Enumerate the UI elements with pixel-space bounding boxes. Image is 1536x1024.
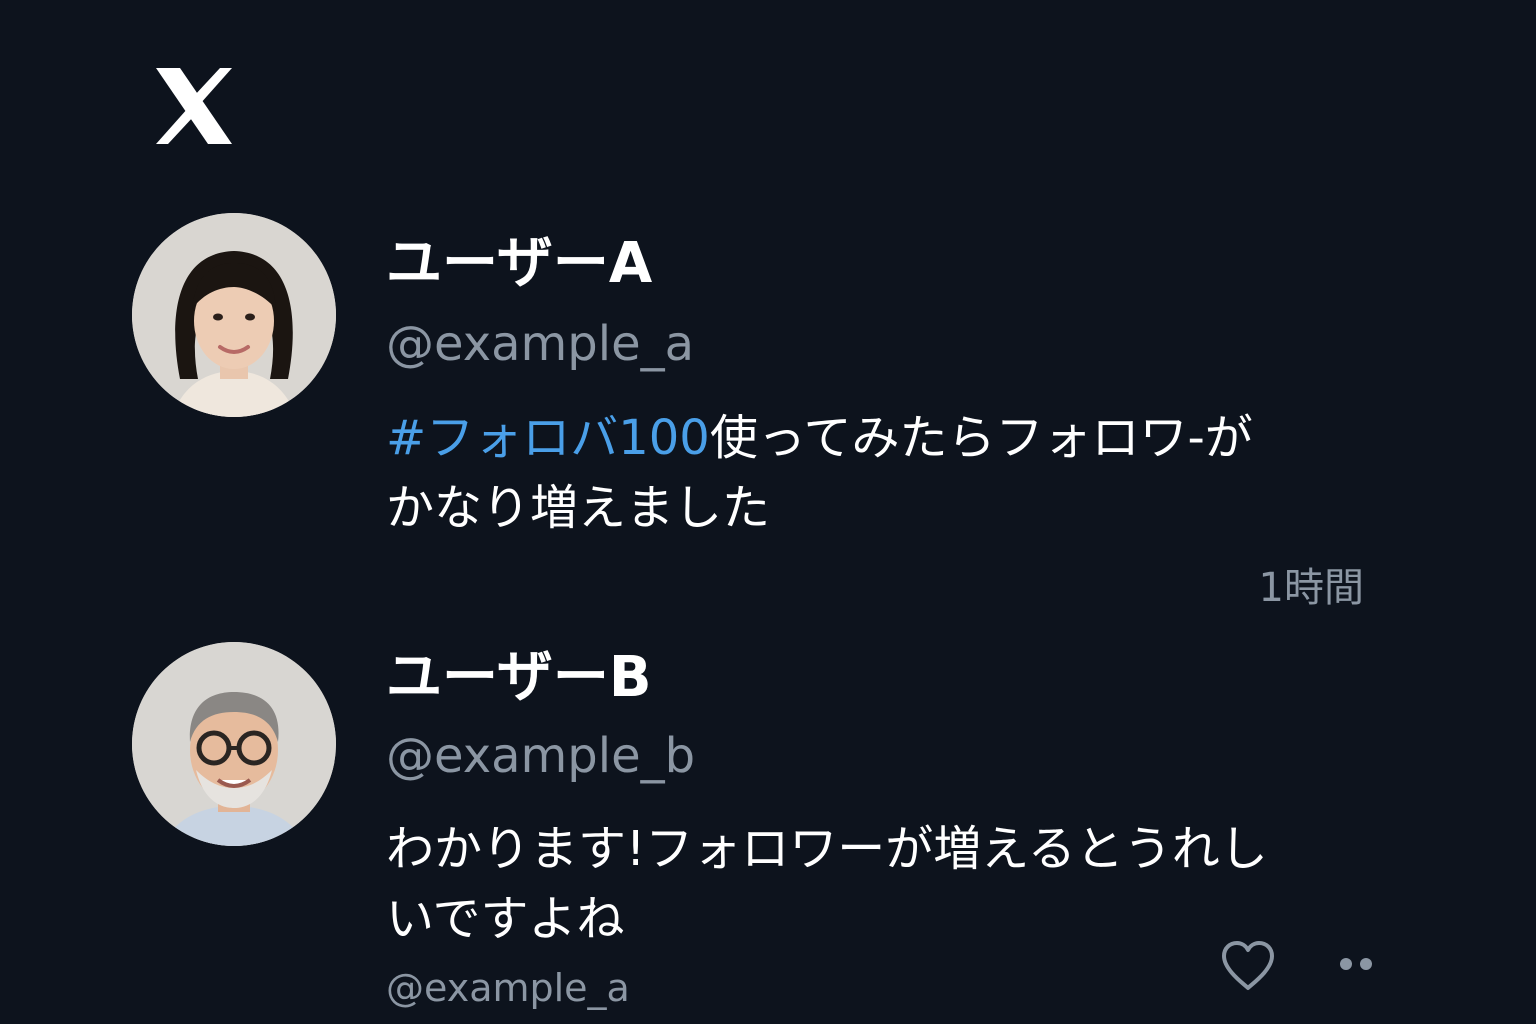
display-name-user-b[interactable]: ユーザーB xyxy=(386,646,652,710)
timestamp[interactable]: 1時間 xyxy=(1259,564,1364,612)
heart-icon[interactable] xyxy=(1220,940,1276,992)
more-dots-icon[interactable] xyxy=(1339,957,1373,971)
post-text-b: わかります!フォロワーが増えるとうれし いですよね xyxy=(386,814,1396,954)
display-name-user-a[interactable]: ユーザーA xyxy=(386,232,652,296)
avatar-user-b[interactable] xyxy=(132,642,336,846)
post-text-b-line1: わかります!フォロワーが増えるとうれし xyxy=(386,821,1268,877)
hashtag-link[interactable]: #フォロバ100 xyxy=(386,410,710,466)
post-text-a-line1: 使ってみたらフォロワ-が xyxy=(709,410,1253,466)
handle-user-b[interactable]: @example_b xyxy=(386,728,695,784)
avatar-user-a[interactable] xyxy=(132,213,336,417)
post-text-a: #フォロバ100使ってみたらフォロワ-が かなり増えました xyxy=(386,403,1396,543)
reply-handle[interactable]: @example_a xyxy=(386,966,630,1010)
post-text-a-line2: かなり増えました xyxy=(386,480,771,536)
x-logo-icon[interactable] xyxy=(150,62,238,150)
handle-user-a[interactable]: @example_a xyxy=(386,316,694,372)
timeline-page: ユーザーA @example_a #フォロバ100使ってみたらフォロワ-が かな… xyxy=(0,0,1536,1024)
